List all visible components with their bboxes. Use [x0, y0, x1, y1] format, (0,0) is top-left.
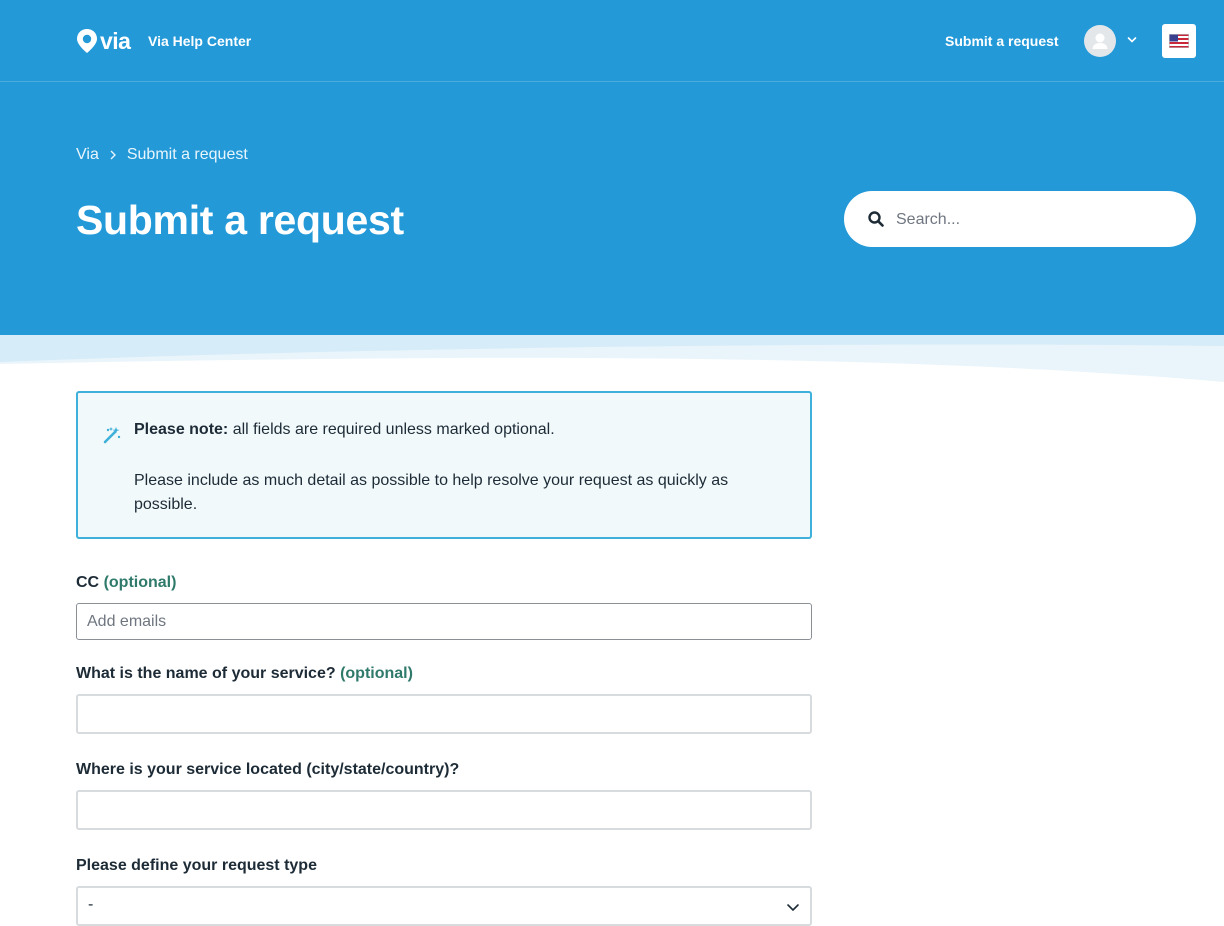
user-avatar-icon[interactable] — [1084, 25, 1116, 57]
page-title: Submit a request — [76, 197, 404, 243]
request-type-selected-value: - — [88, 896, 94, 913]
breadcrumb: Via Submit a request — [76, 146, 248, 164]
service-location-input[interactable] — [76, 790, 812, 830]
top-navigation-bar: via Via Help Center Submit a request — [0, 0, 1224, 82]
chevron-right-icon — [110, 150, 116, 160]
notice-detail-text: Please include as much detail as possibl… — [134, 472, 729, 513]
service-name-label-text: What is the name of your service? — [76, 665, 336, 682]
logo-wordmark: via — [100, 28, 131, 54]
language-selector-button[interactable] — [1162, 24, 1196, 58]
cc-email-input[interactable] — [76, 603, 812, 640]
search-icon — [868, 211, 884, 227]
us-flag-icon — [1169, 34, 1189, 48]
service-location-label: Where is your service located (city/stat… — [76, 761, 460, 778]
service-name-input[interactable] — [76, 694, 812, 734]
hero-banner: via Via Help Center Submit a request Via… — [0, 0, 1224, 335]
cc-label-text: CC — [76, 574, 100, 591]
location-pin-icon — [77, 29, 97, 53]
magic-wand-icon — [103, 427, 121, 444]
notice-line1-text: all fields are required unless marked op… — [228, 421, 555, 438]
nav-submit-request-link[interactable]: Submit a request — [945, 33, 1059, 49]
help-center-title[interactable]: Via Help Center — [148, 33, 251, 49]
cc-label: CC (optional) — [76, 574, 176, 592]
request-type-select[interactable]: - — [76, 886, 812, 926]
chevron-down-icon — [787, 904, 799, 912]
user-silhouette-icon — [1092, 33, 1108, 49]
notice-required-text: Please note: all fields are required unl… — [134, 421, 555, 439]
notice-bold-prefix: Please note: — [134, 421, 229, 438]
breadcrumb-item-submit-request[interactable]: Submit a request — [127, 146, 248, 164]
breadcrumb-item-via[interactable]: Via — [76, 146, 99, 164]
service-name-optional-tag: (optional) — [340, 665, 413, 682]
notice-box: Please note: all fields are required unl… — [76, 391, 812, 539]
request-type-label: Please define your request type — [76, 857, 317, 874]
hero-wave-divider — [0, 335, 1224, 382]
search-box — [844, 191, 1196, 247]
search-input[interactable] — [894, 203, 1183, 237]
service-name-label: What is the name of your service? (optio… — [76, 665, 413, 683]
via-logo[interactable]: via — [76, 28, 131, 54]
cc-optional-tag: (optional) — [103, 574, 177, 591]
user-menu-chevron-icon[interactable] — [1126, 34, 1138, 46]
